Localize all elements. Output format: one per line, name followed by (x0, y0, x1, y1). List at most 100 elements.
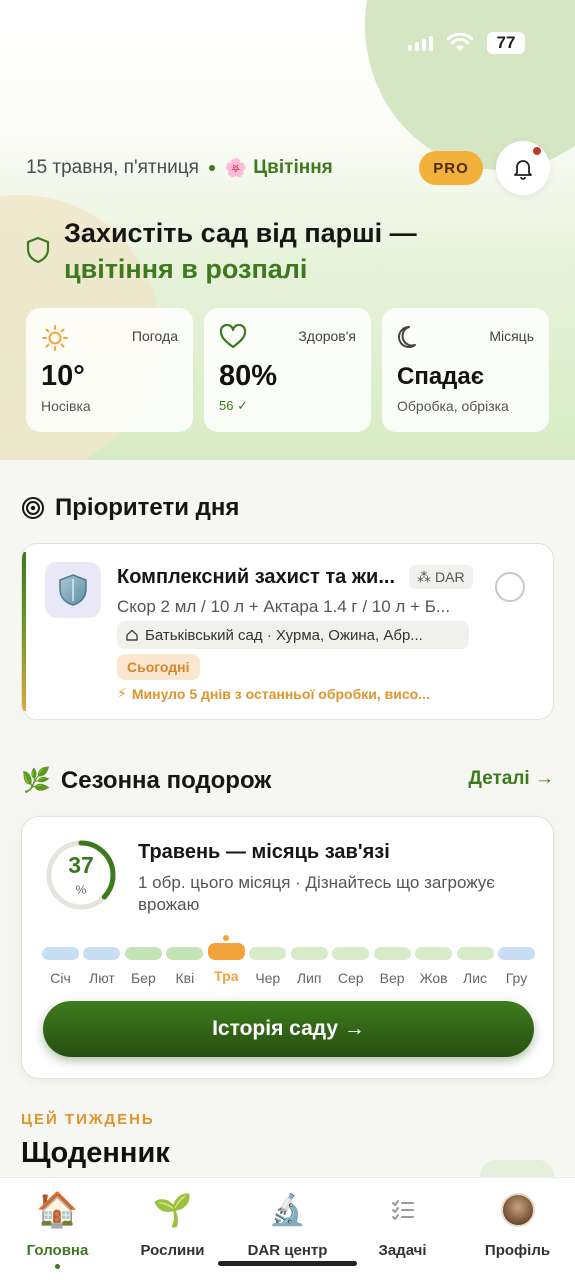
checklist-icon (390, 1190, 416, 1230)
shield-icon (26, 236, 50, 264)
dar-badge: ⁂ DAR (409, 565, 473, 589)
flower-icon: 🌸 (224, 157, 248, 178)
month-bar (249, 947, 287, 960)
month-item[interactable]: Вер (373, 935, 411, 986)
progress-value: 37 (68, 852, 94, 878)
month-item[interactable]: Лис (456, 935, 494, 986)
month-label: Кві (175, 970, 195, 986)
notification-badge (533, 147, 541, 155)
month-bar (83, 947, 121, 960)
month-bar (124, 947, 162, 960)
month-bar (415, 947, 453, 960)
week-label: ЦЕЙ ТИЖДЕНЬ (21, 1111, 155, 1128)
journey-card-title: Травень — місяць зав'язі (138, 841, 390, 863)
moon-icon (398, 326, 416, 348)
month-item[interactable]: Гру (497, 935, 535, 986)
month-item[interactable]: Чер (249, 935, 287, 986)
journey-card-text: 1 обр. цього місяця · Дізнайтесь що загр… (138, 873, 495, 914)
weather-location: Носівка (41, 398, 91, 414)
headline-line2: цвітіння в розпалі (64, 254, 308, 284)
month-timeline: Січ Лют Бер Кві Тра Чер Лип Сер Вер Жов Лис Гру (42, 935, 535, 986)
sun-icon (42, 325, 68, 351)
month-item[interactable]: Сер (332, 935, 370, 986)
target-icon (22, 497, 44, 519)
month-bar (166, 947, 204, 960)
tab-plants[interactable]: 🌱 Рослини (115, 1178, 230, 1280)
health-value: 80% (219, 360, 278, 392)
task-location: Батьківський сад · Хурма, Ожина, Абр... (145, 626, 423, 644)
garden-history-button[interactable]: Історія саду → (43, 1001, 534, 1057)
moon-card[interactable]: Місяць Спадає Обробка, обрізка (382, 308, 549, 432)
shield-icon (59, 574, 87, 606)
month-bar (456, 947, 494, 960)
journey-heading: 🌿 Сезонна подорож (21, 766, 271, 795)
month-label: Вер (379, 970, 405, 986)
microscope-icon: 🔬 (268, 1193, 307, 1227)
journey-details-link[interactable]: Деталі → (468, 768, 554, 790)
month-bar (497, 947, 535, 960)
weather-label: Погода (131, 328, 178, 344)
season-journey-card: 37 % Травень — місяць зав'язі 1 обр. цьо… (21, 816, 554, 1079)
bell-icon (514, 160, 532, 180)
wifi-icon (447, 33, 473, 51)
month-item[interactable]: Лип (290, 935, 328, 986)
task-location-chip: Батьківський сад · Хурма, Ожина, Абр... (117, 621, 469, 649)
month-bar (207, 935, 245, 960)
tab-tasks[interactable]: Задачі (345, 1178, 460, 1280)
month-label: Лют (89, 970, 115, 986)
month-item[interactable]: Січ (42, 935, 79, 986)
tab-profile-label: Профіль (484, 1242, 551, 1259)
headline: Захистіть сад від парші — цвітіння в роз… (64, 215, 504, 287)
progress-unit: % (75, 883, 87, 897)
task-title: Комплексний захист та жи... (117, 566, 396, 588)
month-label: Жов (419, 970, 448, 986)
health-label: Здоров'я (298, 328, 356, 344)
month-item[interactable]: Кві (166, 935, 204, 986)
month-label: Лис (463, 970, 488, 986)
health-count: 56 ✓ (219, 398, 248, 413)
tab-profile[interactable]: Профіль (460, 1178, 575, 1280)
sparkle-icon: ⁂ (417, 568, 431, 585)
month-current[interactable]: Тра (207, 935, 245, 986)
priority-task-card[interactable]: Комплексний захист та жи... ⁂ DAR Скор 2… (21, 543, 554, 720)
sprout-icon: 🌱 (152, 1192, 193, 1228)
separator-dot (208, 165, 215, 171)
season-label[interactable]: 🌸 Цвітіння (225, 157, 333, 179)
weather-value: 10° (41, 360, 85, 392)
leaf-icon: 🌿 (21, 767, 51, 794)
avatar-icon (500, 1193, 535, 1227)
priorities-title: Пріоритети дня (55, 494, 240, 521)
current-date: 15 травня, п'ятниця (26, 157, 199, 178)
moon-label: Місяць (489, 328, 534, 344)
month-label: Лип (296, 970, 322, 986)
home-icon (126, 629, 138, 641)
active-tab-dot (55, 1264, 60, 1269)
home-indicator[interactable] (218, 1261, 357, 1266)
pro-button[interactable]: PRO (419, 151, 483, 185)
house-icon: 🏠 (36, 1191, 79, 1229)
month-bar (332, 947, 370, 960)
moon-phase: Спадає (397, 363, 485, 390)
health-card[interactable]: Здоров'я 80% 56 ✓ (204, 308, 371, 432)
stats-row: Погода 10° Носівка Здоров'я 80% 56 ✓ Міс… (26, 308, 549, 432)
tab-dar-center-label: DAR центр (247, 1242, 328, 1259)
month-item[interactable]: Бер (124, 935, 162, 986)
priorities-heading: Пріоритети дня (21, 494, 239, 522)
task-complete-checkbox[interactable] (495, 572, 525, 602)
month-label: Чер (255, 970, 281, 986)
month-label: Сер (337, 970, 364, 986)
diary-title: Щоденник (21, 1137, 170, 1169)
tab-tasks-label: Задачі (378, 1242, 427, 1259)
tab-home-label: Головна (26, 1242, 89, 1259)
current-month-dot (223, 935, 230, 941)
month-item[interactable]: Жов (415, 935, 453, 986)
task-accent-bar (22, 552, 26, 711)
tab-home[interactable]: 🏠 Головна (0, 1178, 115, 1280)
notifications-button[interactable] (496, 141, 550, 195)
weather-card[interactable]: Погода 10° Носівка (26, 308, 193, 432)
task-due-badge: Сьогодні (117, 654, 200, 680)
month-bar (42, 947, 79, 960)
lightning-icon: ⚡ (117, 685, 127, 701)
status-bar: 77 (408, 32, 525, 54)
month-item[interactable]: Лют (83, 935, 121, 986)
